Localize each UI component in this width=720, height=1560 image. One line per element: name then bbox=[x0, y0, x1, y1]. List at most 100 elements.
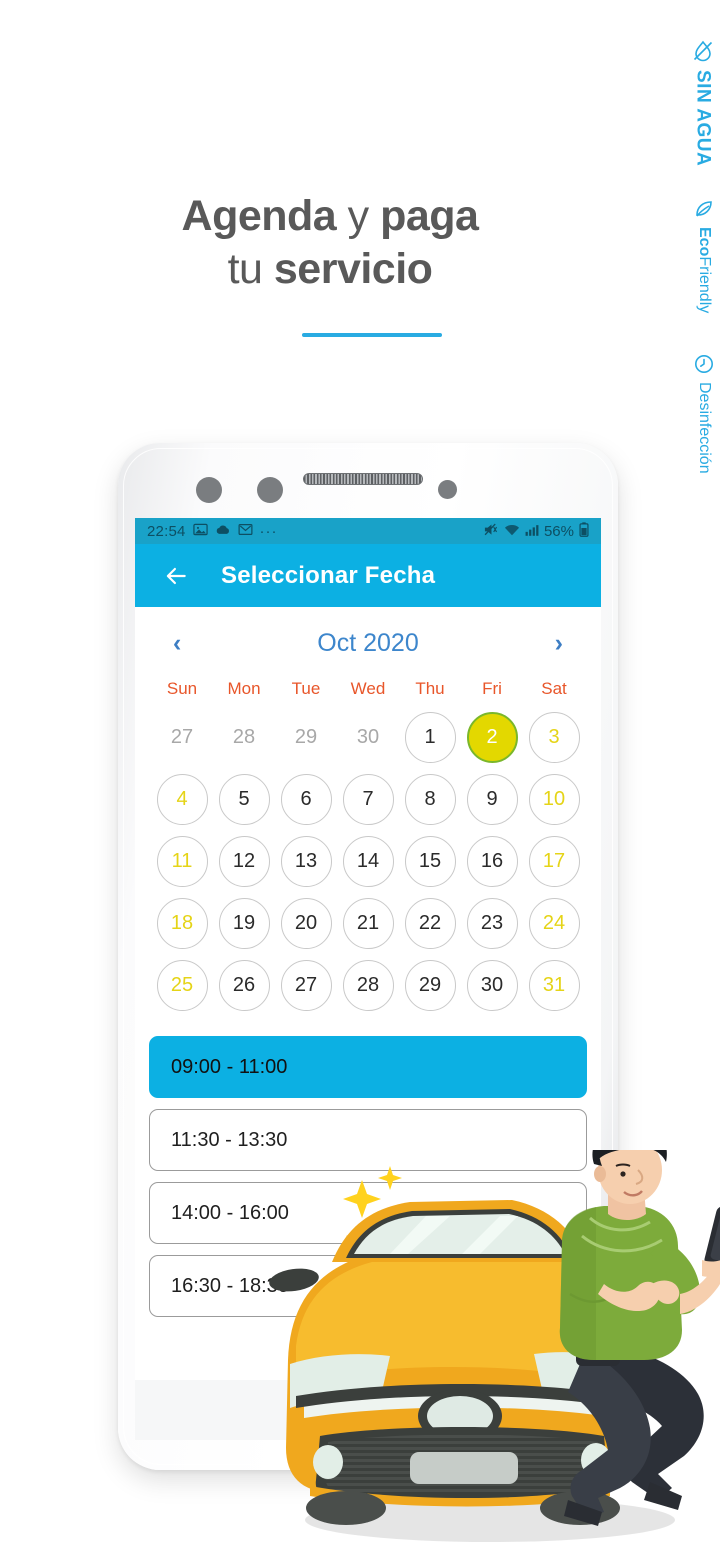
time-slot-2[interactable]: 14:00 - 16:00 bbox=[149, 1182, 587, 1244]
time-slot-list: 09:00 - 11:00 11:30 - 13:30 14:00 - 16:00 1… bbox=[135, 1014, 601, 1317]
calendar-day-27[interactable]: 27 bbox=[280, 959, 332, 1011]
calendar-day-cell: 30 bbox=[337, 708, 399, 766]
calendar-day-cell: 6 bbox=[275, 770, 337, 828]
calendar-day-12[interactable]: 12 bbox=[218, 835, 270, 887]
calendar-day-26[interactable]: 26 bbox=[218, 959, 270, 1011]
front-camera-icon bbox=[196, 477, 222, 503]
calendar-day-13[interactable]: 13 bbox=[280, 835, 332, 887]
calendar-day-6[interactable]: 6 bbox=[280, 773, 332, 825]
calendar-day-5[interactable]: 5 bbox=[218, 773, 270, 825]
calendar-day-21[interactable]: 21 bbox=[342, 897, 394, 949]
calendar-day-cell: 18 bbox=[151, 894, 213, 952]
battery-percent-label: 56% bbox=[543, 522, 574, 540]
side-feature-sin-agua: SIN AGUA bbox=[690, 38, 716, 166]
shoe-front bbox=[564, 1500, 602, 1526]
status-bar-clock: 22:54 bbox=[147, 522, 186, 540]
nose bbox=[635, 1169, 644, 1185]
calendar-day-3[interactable]: 3 bbox=[528, 711, 580, 763]
mute-icon bbox=[483, 522, 499, 540]
arm-upper bbox=[650, 1240, 701, 1315]
calendar-day-30[interactable]: 30 bbox=[466, 959, 518, 1011]
app-bar: Seleccionar Fecha bbox=[135, 544, 601, 607]
calendar-day-cell: 5 bbox=[213, 770, 275, 828]
calendar-day-14[interactable]: 14 bbox=[342, 835, 394, 887]
calendar-day-cell: 23 bbox=[461, 894, 523, 952]
title-underline-rule bbox=[302, 333, 442, 337]
calendar-day-cell: 25 bbox=[151, 956, 213, 1014]
back-arrow-icon bbox=[166, 567, 186, 584]
side-feature-rail: SIN AGUA EcoFriendly Desinfección bbox=[658, 0, 720, 474]
calendar-day-9[interactable]: 9 bbox=[466, 773, 518, 825]
hand-right bbox=[702, 1260, 720, 1277]
back-button[interactable] bbox=[163, 563, 189, 589]
calendar-day-cell: 1 bbox=[399, 708, 461, 766]
calendar-day-17[interactable]: 17 bbox=[528, 835, 580, 887]
calendar-day-15[interactable]: 15 bbox=[404, 835, 456, 887]
weekday-thu: Thu bbox=[415, 679, 445, 698]
time-slot-1[interactable]: 11:30 - 13:30 bbox=[149, 1109, 587, 1171]
calendar-day-cell: 20 bbox=[275, 894, 337, 952]
calendar-day-1[interactable]: 1 bbox=[404, 711, 456, 763]
calendar-day-25[interactable]: 25 bbox=[156, 959, 208, 1011]
calendar-day-cell: 29 bbox=[399, 956, 461, 1014]
calendar: ‹ Oct 2020 › Sun Mon Tue Wed Thu Fri Sat… bbox=[135, 607, 601, 1014]
calendar-day-30: 30 bbox=[356, 725, 380, 748]
calendar-day-20[interactable]: 20 bbox=[280, 897, 332, 949]
calendar-day-31[interactable]: 31 bbox=[528, 959, 580, 1011]
calendar-day-22[interactable]: 22 bbox=[404, 897, 456, 949]
light-sensor-icon bbox=[438, 480, 457, 499]
headline-word-paga: paga bbox=[380, 192, 479, 240]
time-slot-3[interactable]: 16:30 - 18:30 bbox=[149, 1255, 587, 1317]
headline-line-1: Agenda y paga bbox=[0, 190, 660, 243]
status-overflow-dots: ··· bbox=[259, 522, 278, 540]
calendar-day-cell: 26 bbox=[213, 956, 275, 1014]
calendar-day-10[interactable]: 10 bbox=[528, 773, 580, 825]
calendar-day-cell: 9 bbox=[461, 770, 523, 828]
forearm-right bbox=[680, 1262, 720, 1314]
calendar-day-16[interactable]: 16 bbox=[466, 835, 518, 887]
headline-word-agenda: Agenda bbox=[181, 192, 337, 240]
disinfect-clock-icon bbox=[692, 352, 716, 376]
calendar-day-29: 29 bbox=[294, 725, 318, 748]
calendar-day-cell: 28 bbox=[337, 956, 399, 1014]
signal-icon bbox=[525, 523, 539, 540]
side-feature-sin-agua-label: SIN AGUA bbox=[692, 70, 714, 167]
calendar-day-28[interactable]: 28 bbox=[342, 959, 394, 1011]
calendar-weekday-header: Sun Mon Tue Wed Thu Fri Sat bbox=[151, 679, 585, 699]
no-water-drop-icon bbox=[690, 38, 716, 64]
calendar-day-cell: 28 bbox=[213, 708, 275, 766]
next-month-button[interactable]: › bbox=[555, 630, 563, 656]
calendar-day-8[interactable]: 8 bbox=[404, 773, 456, 825]
calendar-day-cell: 12 bbox=[213, 832, 275, 890]
tire-right bbox=[540, 1491, 620, 1525]
calendar-day-23[interactable]: 23 bbox=[466, 897, 518, 949]
calendar-day-cell: 22 bbox=[399, 894, 461, 952]
eye bbox=[620, 1171, 626, 1177]
calendar-day-selected[interactable]: 2 bbox=[466, 711, 518, 763]
calendar-day-grid: 27 28 29 30 1 2 3 4 5 6 7 8 9 10 11 12 13 14 15 16 17 18 19 20 2… bbox=[151, 708, 585, 1014]
calendar-day-7[interactable]: 7 bbox=[342, 773, 394, 825]
calendar-day-cell: 19 bbox=[213, 894, 275, 952]
mouth bbox=[623, 1190, 643, 1197]
weekday-mon: Mon bbox=[227, 679, 261, 698]
status-bar-left: 22:54 ··· bbox=[147, 522, 483, 540]
status-bar-right: 56% bbox=[483, 522, 589, 540]
recents-button[interactable]: ||| bbox=[354, 1398, 382, 1422]
calendar-day-29[interactable]: 29 bbox=[404, 959, 456, 1011]
earpiece-speaker-icon bbox=[303, 473, 423, 485]
time-slot-selected[interactable]: 09:00 - 11:00 bbox=[149, 1036, 587, 1098]
proximity-sensor-icon bbox=[257, 477, 283, 503]
calendar-day-19[interactable]: 19 bbox=[218, 897, 270, 949]
side-feature-eco-label: EcoFriendly bbox=[696, 227, 713, 314]
calendar-day-24[interactable]: 24 bbox=[528, 897, 580, 949]
prev-month-button[interactable]: ‹ bbox=[173, 630, 181, 656]
calendar-day-4[interactable]: 4 bbox=[156, 773, 208, 825]
calendar-day-11[interactable]: 11 bbox=[156, 835, 208, 887]
calendar-day-cell: 4 bbox=[151, 770, 213, 828]
android-nav-bar: ||| bbox=[135, 1380, 601, 1440]
calendar-day-cell: 29 bbox=[275, 708, 337, 766]
calendar-day-cell: 7 bbox=[337, 770, 399, 828]
weekday-sat: Sat bbox=[541, 679, 567, 698]
calendar-day-cell: 24 bbox=[523, 894, 585, 952]
calendar-day-18[interactable]: 18 bbox=[156, 897, 208, 949]
